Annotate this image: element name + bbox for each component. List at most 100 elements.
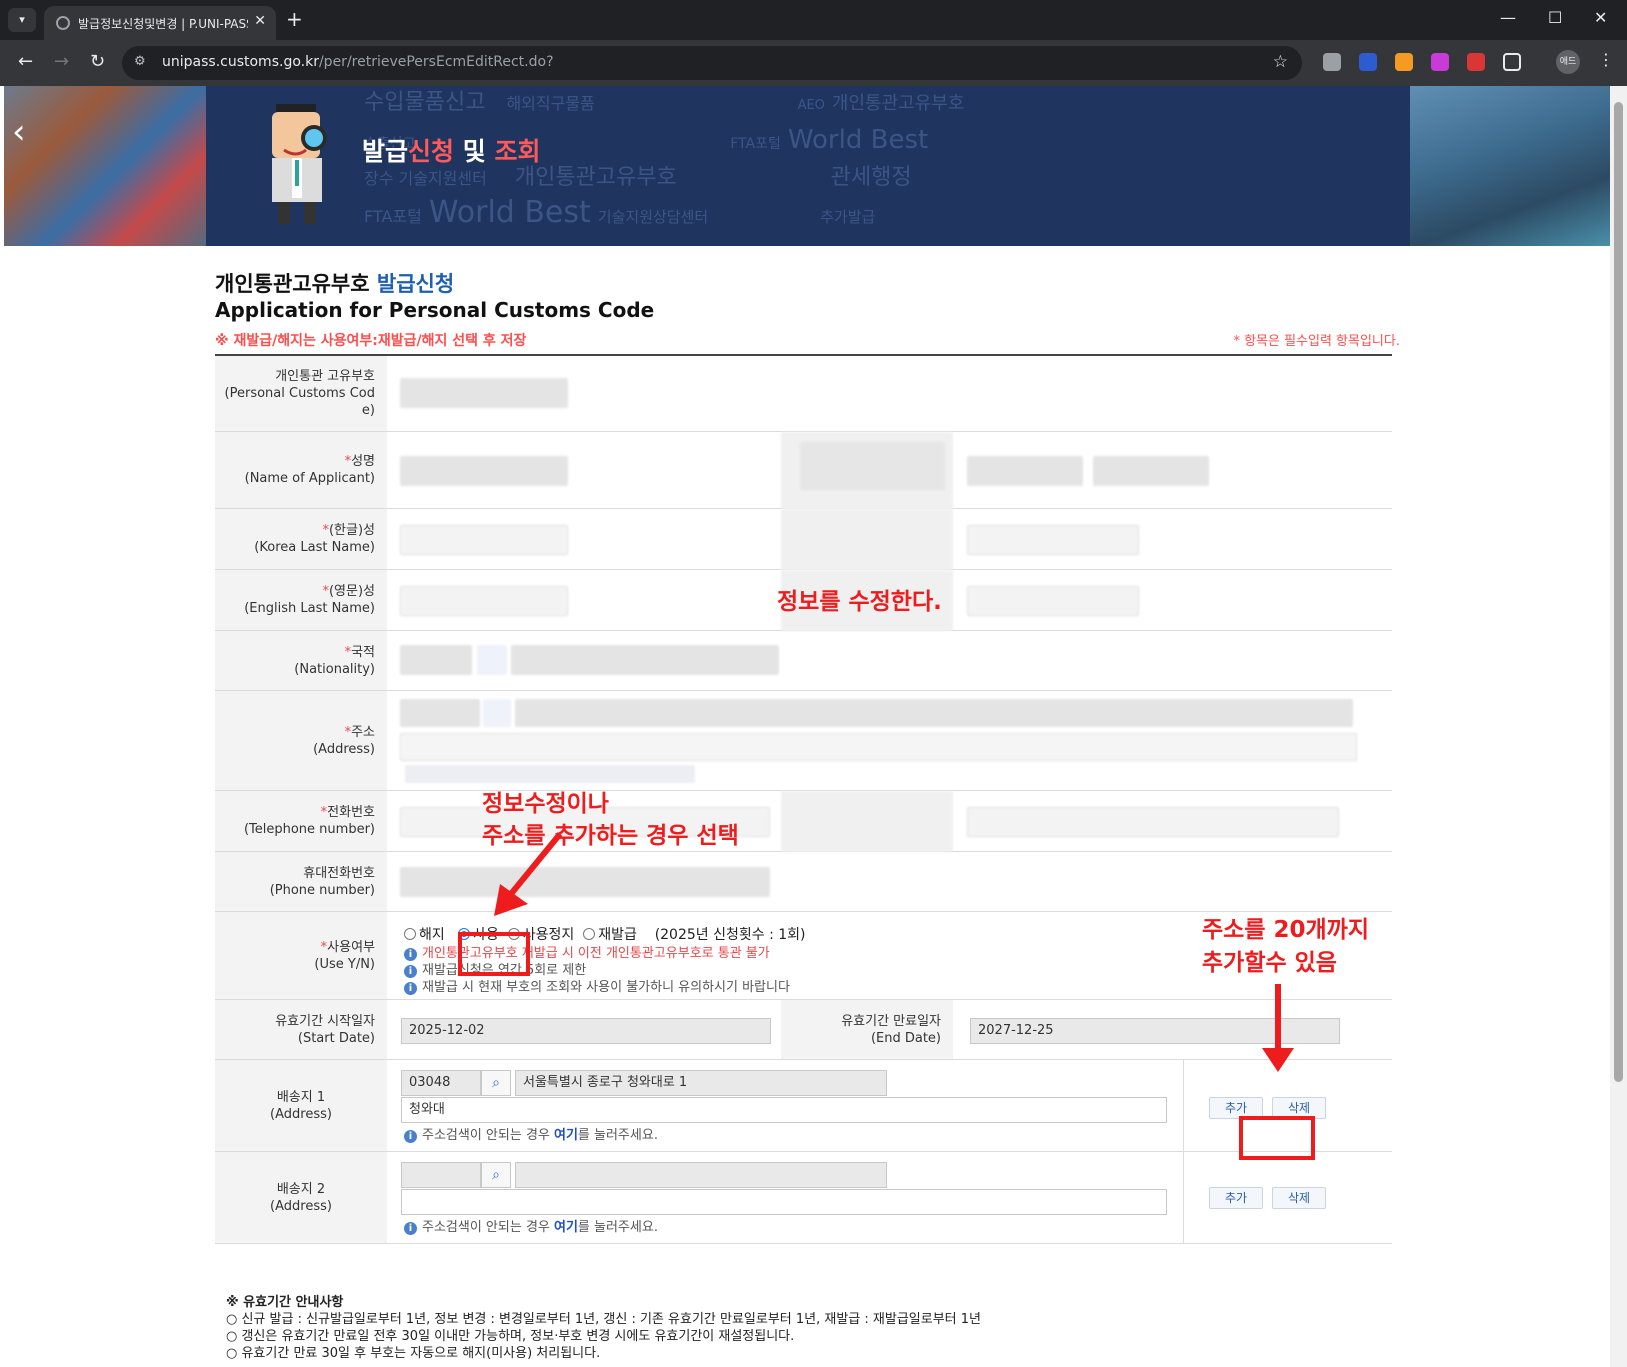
page-content: ‹ 수입물품신고 해외직구물품 AEO 개인통관고유부호 수출신고 FTA포털 … [4, 86, 1610, 1367]
new-tab-icon[interactable]: + [286, 7, 303, 31]
camera-extension-icon[interactable] [1323, 53, 1341, 71]
korea-last-name-input[interactable] [400, 525, 568, 555]
address-help-blurred [405, 765, 695, 783]
shipping-1-label: 배송지 1 (Address) [215, 1060, 387, 1151]
scrollbar-thumb[interactable] [1614, 102, 1623, 1082]
shipping-1-address: 서울특별시 종로구 청와대로 1 [515, 1070, 887, 1096]
english-first-name-input[interactable] [967, 586, 1139, 616]
nationality-code[interactable] [400, 645, 472, 675]
tab-close-icon[interactable]: ✕ [254, 13, 266, 29]
page-title-kr: 개인통관고유부호 발급신청 [215, 272, 455, 296]
shipping-1-zip[interactable]: 03048 [401, 1070, 481, 1096]
row-name: *성명 (Name of Applicant) [215, 432, 1392, 509]
shipping-2-divider [1183, 1152, 1184, 1244]
site-settings-icon[interactable]: ⚙ [134, 54, 146, 69]
purple-download-extension-icon[interactable] [1431, 53, 1449, 71]
start-date-field: 2025-12-02 [401, 1018, 771, 1044]
tab-list-icon[interactable]: ▾ [8, 8, 36, 32]
shipping-2-delete-button[interactable]: 삭제 [1272, 1187, 1326, 1209]
address-zip[interactable] [400, 699, 480, 727]
shipping-2-add-button[interactable]: 추가 [1209, 1187, 1263, 1209]
back-icon[interactable]: ← [18, 51, 33, 72]
address-bar[interactable]: ⚙ unipass.customs.go.kr/per/retrievePers… [122, 46, 1302, 80]
use-option-cancel[interactable]: 해지 [404, 927, 445, 943]
ship-photo [1410, 86, 1610, 246]
browser-menu-icon[interactable]: ⋮ [1598, 50, 1614, 69]
url-host: unipass.customs.go.kr [162, 54, 319, 70]
korea-first-name-label [781, 509, 953, 570]
english-last-name-input[interactable] [400, 586, 568, 616]
row-address: *주소 (Address) [215, 691, 1392, 791]
shipping-2-zip[interactable] [401, 1162, 481, 1188]
extensions-puzzle-icon[interactable] [1503, 53, 1521, 71]
required-note: * 항목은 필수입력 항목입니다. [1233, 334, 1400, 349]
shipping-1-search-icon[interactable]: ⌕ [481, 1070, 511, 1096]
validity-guide: ※ 유효기간 안내사항 ○ 신규 발급 : 신규발급일로부터 1년, 정보 변경… [226, 1294, 981, 1362]
nationality-search-icon[interactable] [477, 645, 507, 675]
address-detail-input[interactable] [400, 733, 1357, 761]
row-korea-last-name: *(한글)성 (Korea Last Name) [215, 509, 1392, 570]
annotation-edit-info: 정보를 수정한다. [777, 589, 942, 615]
row-telephone: *전화번호 (Telephone number) [215, 791, 1392, 852]
start-date-label: 유효기간 시작일자 (Start Date) [215, 1000, 387, 1059]
mascot-image [272, 104, 327, 224]
name-value-2 [967, 456, 1083, 486]
name-label-2-text [800, 442, 945, 490]
browser-tab-active[interactable]: 발급정보신청및변경 | P.UNI-PASS ✕ [44, 6, 276, 40]
close-window-icon[interactable]: ✕ [1594, 8, 1607, 27]
banner-prev-icon[interactable]: ‹ [12, 112, 26, 152]
shipping-2-help: i 주소검색이 안되는 경우 여기를 눌러주세요. [404, 1216, 658, 1235]
row-phone: 휴대전화번호 (Phone number) [215, 852, 1392, 912]
email-label [781, 791, 953, 852]
page-scrollbar[interactable] [1610, 86, 1627, 1367]
personal-code-label: 개인통관 고유부호 (Personal Customs Cod e) [215, 356, 387, 431]
end-date-label: 유효기간 만료일자 (End Date) [781, 1000, 953, 1059]
use-option-reissue[interactable]: 재발급 [583, 927, 637, 943]
reload-icon[interactable]: ↻ [90, 51, 105, 72]
red-extension-icon[interactable] [1467, 53, 1485, 71]
phone-label: 휴대전화번호 (Phone number) [215, 852, 387, 911]
name-value [400, 456, 568, 486]
minimize-icon[interactable]: — [1500, 8, 1516, 27]
row-shipping-1: 배송지 1 (Address) 03048 ⌕ 서울특별시 종로구 청와대로 1… [215, 1060, 1392, 1152]
row-personal-code: 개인통관 고유부호 (Personal Customs Cod e) [215, 356, 1392, 432]
nationality-name [511, 645, 779, 675]
validity-guide-title: ※ 유효기간 안내사항 [226, 1295, 344, 1310]
browser-tab-bar: ▾ 발급정보신청및변경 | P.UNI-PASS ✕ + — ☐ ✕ [0, 0, 1627, 40]
email-input[interactable] [967, 807, 1339, 837]
download-extension-icon[interactable] [1359, 53, 1377, 71]
shipping-1-divider [1183, 1060, 1184, 1152]
bookmark-star-icon[interactable]: ☆ [1273, 52, 1288, 72]
shipping-2-detail-input[interactable] [401, 1189, 1167, 1215]
banner: ‹ 수입물품신고 해외직구물품 AEO 개인통관고유부호 수출신고 FTA포털 … [4, 86, 1610, 246]
validity-guide-line-3: ○ 유효기간 만료 30일 후 부호는 자동으로 해지(미사용) 처리됩니다. [226, 1346, 601, 1361]
shipping-1-detail-input[interactable]: 청와대 [401, 1097, 1167, 1123]
maximize-icon[interactable]: ☐ [1548, 8, 1562, 27]
korea-first-name-input[interactable] [967, 525, 1139, 555]
use-info-3: i 재발급 시 현재 부호의 조회와 사용이 불가하니 유의하시기 바랍니다 [404, 976, 790, 995]
telephone-label: *전화번호 (Telephone number) [215, 791, 387, 851]
name-label: *성명 (Name of Applicant) [215, 432, 387, 508]
url-path: /per/retrievePersEcmEditRect.do? [318, 54, 554, 70]
application-form: 개인통관 고유부호 (Personal Customs Cod e) *성명 (… [215, 354, 1392, 1244]
shipping-1-help-link[interactable]: 여기 [554, 1128, 578, 1143]
shipping-2-search-icon[interactable]: ⌕ [481, 1162, 511, 1188]
use-count: (2025년 신청횟수 : 1회) [654, 927, 806, 943]
annotation-add-address: 주소를 20개까지 추가할수 있음 [1202, 917, 1369, 976]
row-shipping-2: 배송지 2 (Address) ⌕ i 주소검색이 안되는 경우 여기를 눌러주세… [215, 1152, 1392, 1244]
english-last-name-label: *(영문)성 (English Last Name) [215, 570, 387, 630]
annotation-box-add [1239, 1116, 1315, 1160]
validity-guide-line-1: ○ 신규 발급 : 신규발급일로부터 1년, 정보 변경 : 변경일로부터 1년… [226, 1312, 981, 1327]
shipping-2-help-link[interactable]: 여기 [554, 1220, 578, 1235]
address-search-icon[interactable] [483, 699, 511, 727]
annotation-arrow-add [1262, 984, 1294, 1072]
validity-guide-line-2: ○ 갱신은 유효기간 만료일 전후 30일 이내만 가능하며, 정보·부호 변경… [226, 1329, 795, 1344]
forward-icon[interactable]: → [54, 51, 69, 72]
row-nationality: *국적 (Nationality) [215, 631, 1392, 691]
name-value-3 [1093, 456, 1209, 486]
address-label: *주소 (Address) [215, 691, 387, 790]
orange-extension-icon[interactable] [1395, 53, 1413, 71]
profile-avatar[interactable]: 애드 [1556, 50, 1580, 74]
browser-toolbar: ← → ↻ ⚙ unipass.customs.go.kr/per/retrie… [0, 40, 1627, 86]
annotation-arrow-use [494, 832, 563, 916]
